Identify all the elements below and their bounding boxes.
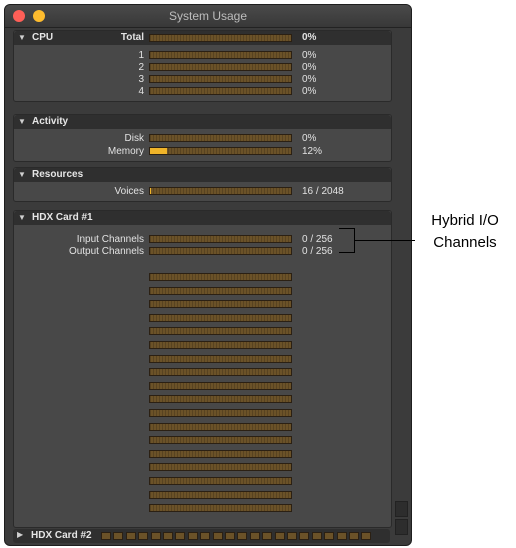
cpu-total-meter (149, 34, 292, 42)
callout-label: Hybrid I/O Channels (420, 210, 510, 254)
output-channels-meter (149, 247, 292, 255)
dsp-meter (149, 409, 292, 417)
hdx-card-2-title: HDX Card #2 (31, 530, 92, 541)
triangle-down-icon[interactable]: ▼ (18, 168, 26, 182)
cpu-core-meter (149, 51, 292, 59)
mini-meter (361, 532, 372, 540)
dsp-meter (149, 449, 292, 458)
mini-meter (101, 532, 111, 540)
voices-meter (149, 187, 292, 195)
cpu-core-value: 0% (302, 86, 317, 97)
voices-value: 16 / 2048 (302, 186, 344, 197)
cpu-core-label: 2 (138, 62, 144, 73)
cpu-total-value: 0% (302, 32, 317, 43)
mini-meter (187, 532, 198, 540)
triangle-right-icon[interactable]: ▶ (17, 530, 23, 539)
memory-label: Memory (107, 146, 144, 157)
hdx-card-1-panel: ▼ HDX Card #1 Input Channels 0 / 256 Out… (13, 210, 392, 528)
mini-meter (262, 532, 273, 540)
input-channels-label: Input Channels (76, 234, 144, 245)
dsp-meter (149, 286, 292, 295)
mini-meter (125, 532, 136, 540)
mini-meter (349, 532, 359, 540)
callout-line-2: Channels (433, 234, 497, 251)
cpu-core-label: 3 (138, 74, 144, 85)
cpu-header[interactable]: ▼ CPU Total 0% (14, 31, 391, 45)
dsp-meter (149, 477, 292, 485)
dsp-meter (149, 313, 292, 322)
dsp-meter (149, 327, 292, 336)
dsp-meter (149, 354, 292, 363)
dsp-meter (149, 395, 292, 404)
cpu-core-meter (149, 63, 292, 71)
mini-meter (324, 532, 335, 540)
mini-meter (287, 532, 297, 540)
activity-header[interactable]: ▼ Activity (14, 115, 391, 129)
cpu-panel: ▼ CPU Total 0% 1 0% 2 0% 3 0% 4 0% (13, 30, 392, 102)
dsp-meter (149, 463, 292, 472)
dsp-meter (149, 300, 292, 309)
mini-meter (212, 532, 223, 540)
activity-panel: ▼ Activity Disk 0% Memory 12% (13, 114, 392, 162)
cpu-core-value: 0% (302, 50, 317, 61)
resources-panel: ▼ Resources Voices 16 / 2048 (13, 167, 392, 202)
disk-meter (149, 134, 292, 142)
usage-content: ▼ CPU Total 0% 1 0% 2 0% 3 0% 4 0% ▼ Act… (13, 30, 392, 530)
callout-line-1: Hybrid I/O (431, 212, 499, 229)
mini-meter (138, 532, 149, 540)
system-usage-window: System Usage ▼ CPU Total 0% 1 0% 2 0% 3 … (4, 4, 412, 546)
input-channels-value: 0 / 256 (302, 234, 333, 245)
cpu-core-value: 0% (302, 74, 317, 85)
cpu-core-meter (149, 87, 292, 95)
mini-meter (225, 532, 235, 540)
disk-value: 0% (302, 133, 317, 144)
mini-meter (274, 532, 285, 540)
mini-meter (237, 532, 248, 540)
mini-meter (200, 532, 211, 540)
cpu-core-value: 0% (302, 62, 317, 73)
disk-label: Disk (124, 133, 144, 144)
mini-meter (299, 532, 310, 540)
triangle-down-icon[interactable]: ▼ (18, 211, 26, 225)
hdx-card-2-header[interactable]: ▶ HDX Card #2 (13, 529, 390, 543)
cpu-core-label: 1 (138, 50, 144, 61)
window-title: System Usage (168, 9, 248, 23)
cpu-title: CPU (32, 32, 54, 43)
hdx-card-1-header[interactable]: ▼ HDX Card #1 (14, 211, 391, 225)
resources-header[interactable]: ▼ Resources (14, 168, 391, 182)
scroll-down-arrow[interactable] (395, 519, 408, 535)
cpu-core-label: 4 (138, 86, 144, 97)
mini-meter (150, 532, 161, 540)
scrollbar[interactable] (395, 501, 408, 539)
hdx-card-1-title: HDX Card #1 (32, 212, 93, 223)
mini-meter (311, 532, 322, 540)
memory-value: 12% (302, 146, 323, 157)
dsp-meter (149, 422, 292, 431)
mini-meter (113, 532, 124, 540)
input-channels-meter (149, 235, 292, 243)
scroll-up-arrow[interactable] (395, 501, 408, 517)
mini-meter (175, 532, 186, 540)
activity-title: Activity (32, 116, 69, 127)
output-channels-value: 0 / 256 (302, 246, 333, 257)
triangle-down-icon[interactable]: ▼ (18, 115, 26, 129)
cpu-core-meter (149, 75, 292, 83)
memory-meter (149, 147, 292, 155)
dsp-meter (149, 368, 292, 377)
dsp-meter (149, 273, 292, 281)
resources-title: Resources (32, 169, 84, 180)
dsp-meter (149, 504, 292, 513)
mini-meter (249, 532, 260, 540)
voices-label: Voices (114, 186, 144, 197)
mini-meter (336, 532, 347, 540)
dsp-meter (149, 341, 292, 349)
output-channels-label: Output Channels (68, 246, 144, 257)
dsp-meter (149, 381, 292, 390)
triangle-down-icon[interactable]: ▼ (18, 31, 26, 45)
cpu-total-label: Total (120, 32, 144, 43)
mini-meter (163, 532, 173, 540)
dsp-meter (149, 490, 292, 499)
dsp-meter (149, 436, 292, 445)
title-bar[interactable]: System Usage (5, 5, 411, 28)
